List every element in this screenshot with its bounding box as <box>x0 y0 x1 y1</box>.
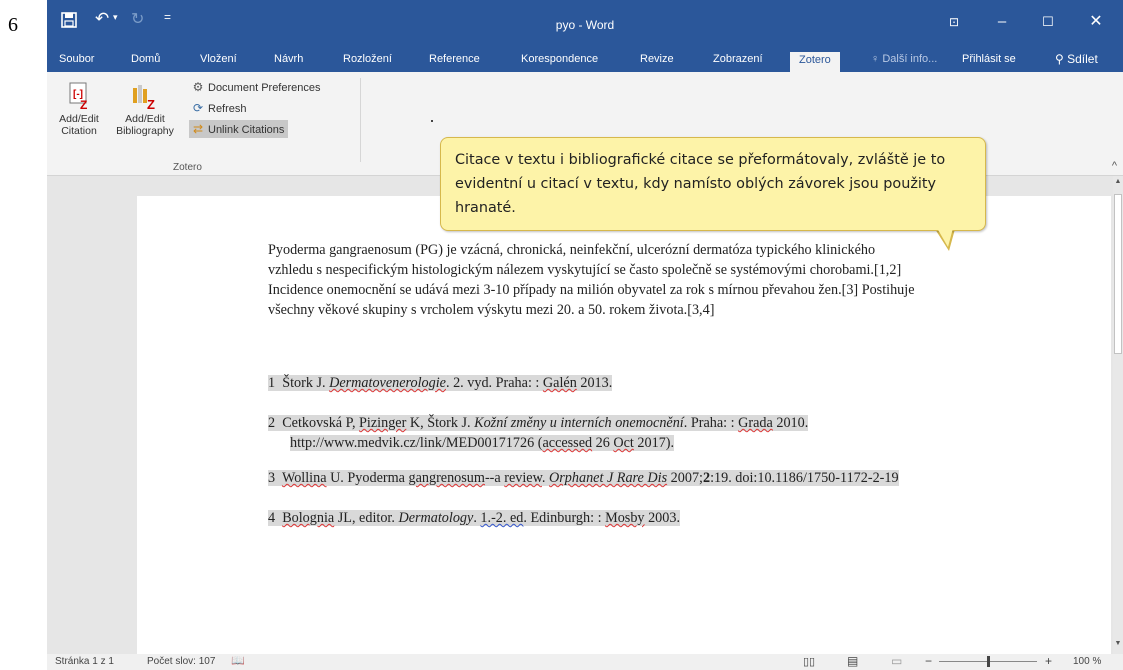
word-count-status[interactable]: Počet slov: 107 <box>147 656 215 667</box>
callout-tail-fill <box>937 228 953 247</box>
bibliography-entry-3: 3 Wollina U. Pyoderma gangrenosum--a rev… <box>268 470 899 486</box>
scroll-down-icon[interactable]: ▼ <box>1113 640 1123 647</box>
bibliography-entry-1: 1 Štork J. Dermatovenerologie. 2. vyd. P… <box>268 375 613 391</box>
bibliography-entry-4: 4 Bolognia JL, editor. Dermatology. 1.-2… <box>268 510 680 526</box>
collapse-ribbon-icon[interactable]: ^ <box>1112 160 1117 172</box>
share-button[interactable]: ⚲ Sdílet <box>1055 52 1098 66</box>
ribbon-tabs: Soubor Domů Vložení Návrh Rozložení Refe… <box>47 50 1123 72</box>
document-preferences-label: Document Preferences <box>208 82 321 94</box>
document-preferences-button[interactable]: ⚙ Document Preferences <box>189 78 325 96</box>
tab-rozlozeni[interactable]: Rozložení <box>343 53 392 65</box>
ribbon-group-label: Zotero <box>173 162 202 173</box>
scroll-up-icon[interactable]: ▲ <box>1113 178 1123 185</box>
status-bar: Stránka 1 z 1 Počet slov: 107 📖 ▯▯ ▤ ▭ −… <box>47 654 1123 670</box>
bibliography-entry-2-url: http://www.medvik.cz/link/MED00171726 (a… <box>290 435 675 451</box>
sign-in-link[interactable]: Přihlásit se <box>962 53 1016 65</box>
maximize-icon[interactable]: ☐ <box>1033 10 1063 34</box>
add-citation-icon: [-] Z <box>69 82 87 110</box>
tab-domu[interactable]: Domů <box>131 53 160 65</box>
add-edit-citation-button[interactable]: [-] Z Add/Edit Citation <box>51 80 107 137</box>
body-paragraph-line-4: všechny věkové skupiny s vrcholem výskyt… <box>268 302 715 318</box>
body-paragraph-line-3: Incidence onemocnění se udává mezi 3-10 … <box>268 282 915 298</box>
tell-me-search[interactable]: ♀ Další info... <box>871 53 937 65</box>
refresh-label: Refresh <box>208 103 247 115</box>
add-edit-citation-label-1: Add/Edit <box>59 113 99 125</box>
ribbon-display-options-icon[interactable]: ⊡ <box>939 10 969 34</box>
zoom-level[interactable]: 100 % <box>1073 656 1101 667</box>
callout-note: Citace v textu i bibliografické citace s… <box>440 137 986 231</box>
word-window: ↶ ▾ ↻ = pyo - Word ⊡ – ☐ ✕ Soubor Domů V… <box>47 0 1123 670</box>
tab-korespondence[interactable]: Korespondence <box>521 53 598 65</box>
body-paragraph-line-2: vzhledu s nespecifickým histologickým ná… <box>268 262 902 278</box>
scrollbar-thumb[interactable] <box>1114 194 1122 354</box>
tell-me-label: Další info... <box>882 53 938 65</box>
read-mode-icon[interactable]: ▯▯ <box>803 655 815 668</box>
unlink-citations-button[interactable]: ⇄ Unlink Citations <box>189 120 289 138</box>
print-layout-icon[interactable]: ▤ <box>847 654 858 668</box>
refresh-icon: ⟳ <box>192 101 204 115</box>
tab-zotero[interactable]: Zotero <box>790 52 840 72</box>
proofing-icon[interactable]: 📖 <box>231 654 245 667</box>
lightbulb-icon: ♀ <box>871 53 883 65</box>
title-bar: ↶ ▾ ↻ = pyo - Word ⊡ – ☐ ✕ <box>47 0 1123 50</box>
zoom-in-icon[interactable]: + <box>1045 654 1052 668</box>
bibliography-entry-2: 2 Cetkovská P, Pizinger K, Štork J. Kožn… <box>268 415 809 431</box>
tab-vlozeni[interactable]: Vložení <box>200 53 237 65</box>
tab-navrh[interactable]: Návrh <box>274 53 303 65</box>
page-count-status[interactable]: Stránka 1 z 1 <box>55 656 114 667</box>
svg-text:Z: Z <box>147 97 155 110</box>
zoom-out-icon[interactable]: − <box>925 654 932 668</box>
ribbon-dot <box>431 120 433 122</box>
ribbon-group-divider <box>360 78 361 162</box>
unlink-icon: ⇄ <box>192 122 204 136</box>
add-edit-bibliography-button[interactable]: Z Add/Edit Bibliography <box>107 80 183 137</box>
zoom-slider-thumb[interactable] <box>987 656 990 667</box>
unlink-citations-label: Unlink Citations <box>208 124 285 136</box>
share-label: Sdílet <box>1067 52 1098 66</box>
bibliography-icon: Z <box>133 85 155 110</box>
add-edit-bibliography-label-1: Add/Edit <box>125 113 165 125</box>
gear-icon: ⚙ <box>192 80 204 94</box>
tab-zobrazeni[interactable]: Zobrazení <box>713 53 763 65</box>
person-icon: ⚲ <box>1055 52 1068 66</box>
tab-soubor[interactable]: Soubor <box>59 53 94 65</box>
page-number: 6 <box>8 14 18 36</box>
refresh-button[interactable]: ⟳ Refresh <box>189 99 251 117</box>
tab-revize[interactable]: Revize <box>640 53 674 65</box>
minimize-icon[interactable]: – <box>987 10 1017 34</box>
web-layout-icon[interactable]: ▭ <box>891 654 902 668</box>
add-edit-bibliography-label-2: Bibliography <box>116 125 174 137</box>
close-icon[interactable]: ✕ <box>1081 10 1111 34</box>
document-page[interactable]: Pyoderma gangraenosum (PG) je vzácná, ch… <box>137 196 1111 670</box>
tab-reference[interactable]: Reference <box>429 53 480 65</box>
add-edit-citation-label-2: Citation <box>61 125 97 137</box>
svg-text:Z: Z <box>80 98 87 110</box>
